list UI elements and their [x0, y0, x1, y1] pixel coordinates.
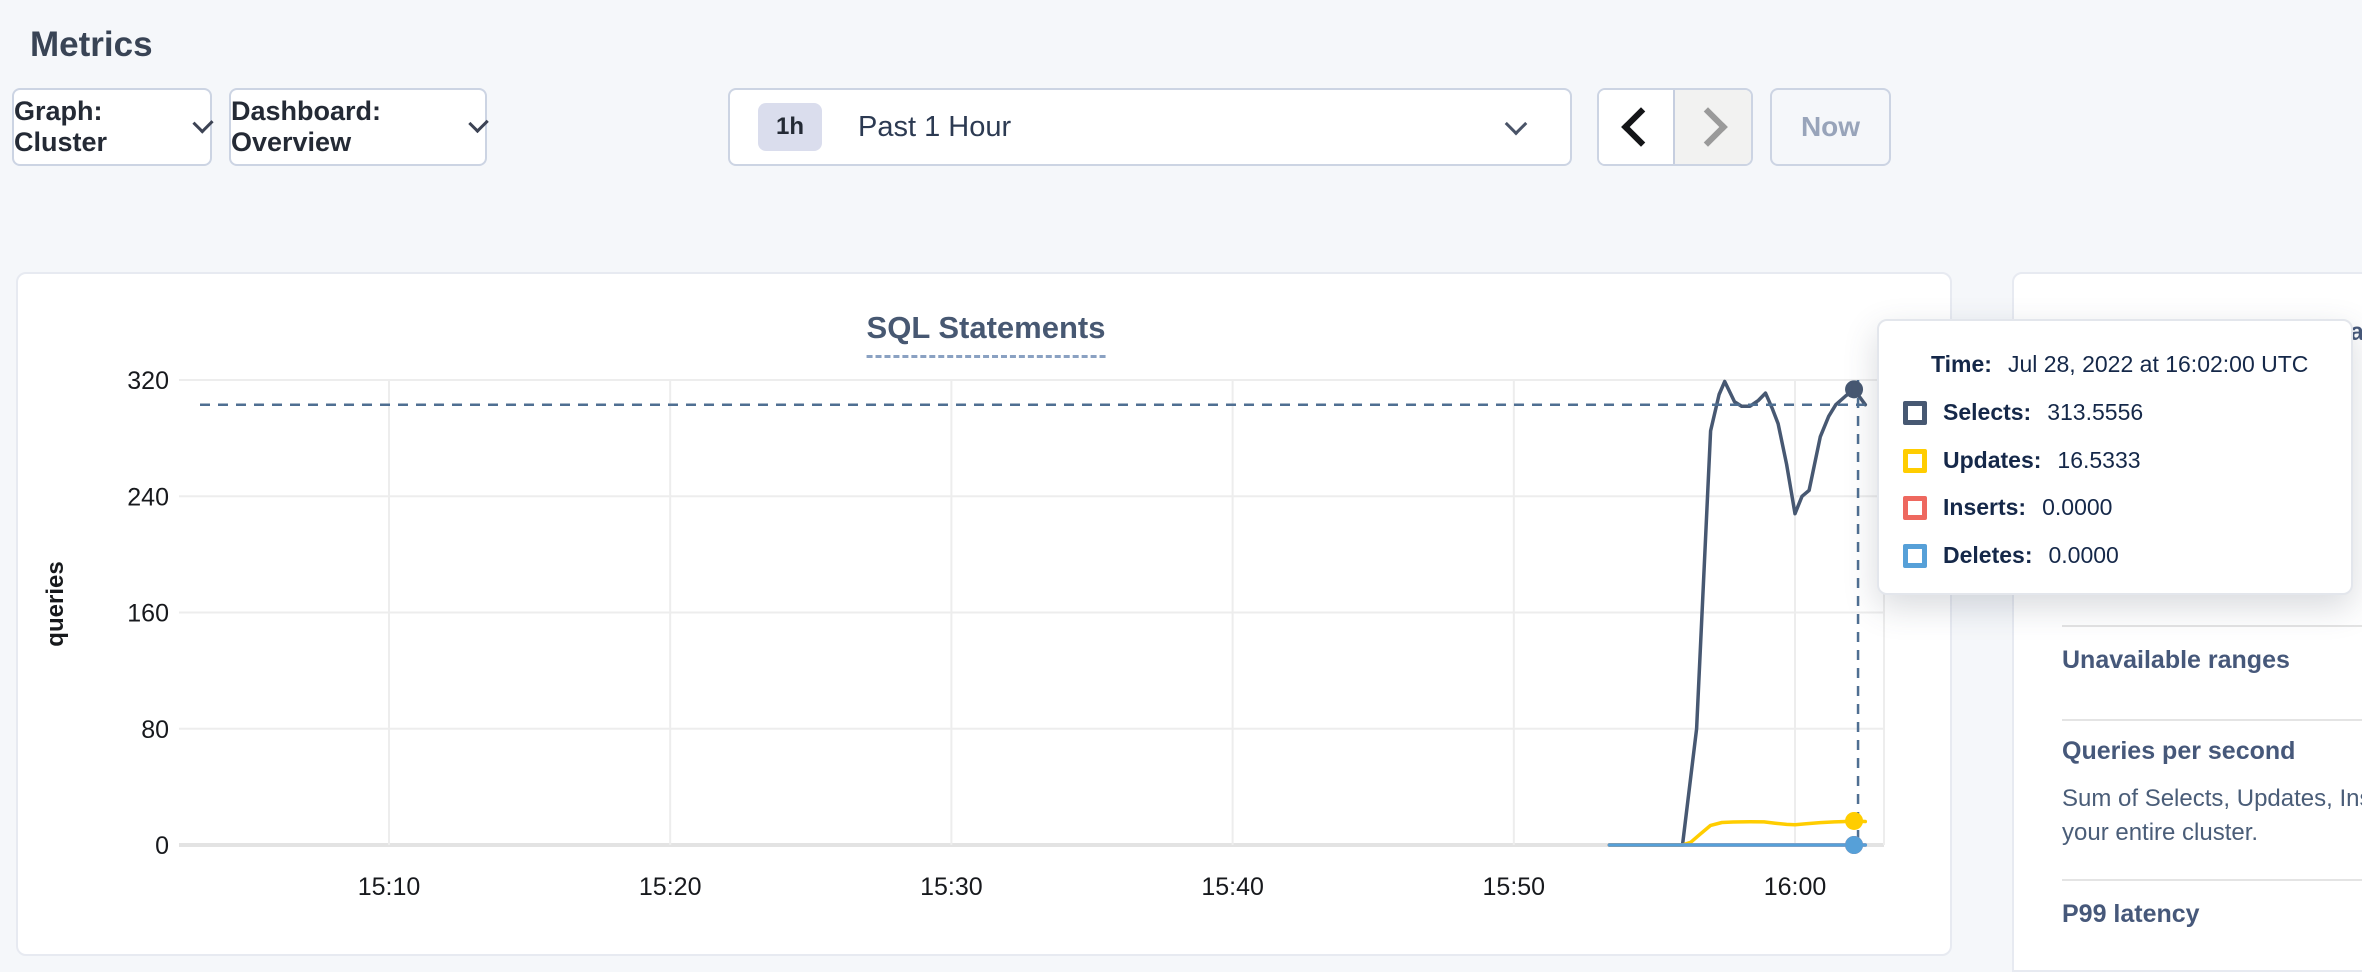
y-axis-tick-label: 0 — [155, 832, 169, 860]
chevron-down-icon — [1505, 113, 1528, 136]
sidebar-divider — [2062, 879, 2362, 881]
sidebar-item-heading: P99 latency — [2062, 900, 2362, 929]
sidebar-divider — [2062, 719, 2362, 721]
sidebar-item-heading: Unavailable ranges — [2062, 646, 2362, 675]
tooltip-series-value: 0.0000 — [2048, 542, 2118, 569]
sql-statements-chart-card: SQL Statements 08016024032015:1015:2015:… — [16, 272, 1952, 956]
time-range-badge: 1h — [758, 103, 822, 151]
hover-dot-deletes — [1845, 836, 1863, 854]
selects-legend-swatch-icon — [1903, 401, 1927, 425]
sidebar-divider — [2062, 625, 2362, 627]
tooltip-series-value: 0.0000 — [2042, 494, 2112, 521]
tooltip-series-label: Inserts: — [1943, 494, 2026, 521]
y-axis-tick-label: 320 — [127, 367, 169, 395]
tooltip-time-value: Jul 28, 2022 at 16:02:00 UTC — [2008, 351, 2308, 378]
tooltip-series-value: 313.5556 — [2047, 399, 2143, 426]
x-axis-tick-label: 15:40 — [1201, 873, 1264, 901]
previous-interval-button[interactable] — [1599, 90, 1675, 164]
deletes-legend-swatch-icon — [1903, 544, 1927, 568]
updates-legend-swatch-icon — [1903, 449, 1927, 473]
y-axis-tick-label: 160 — [127, 600, 169, 628]
sql-statements-plot[interactable]: 0 80 160 240 320 15:10 15:20 15:30 15:40 15:50 16:… — [18, 274, 1950, 954]
y-axis-label: queries — [42, 561, 69, 646]
tooltip-series-row: Deletes: 0.0000 — [1903, 542, 2119, 569]
chevron-left-icon — [1621, 107, 1661, 147]
tooltip-series-label: Updates: — [1943, 447, 2041, 474]
next-interval-button[interactable] — [1675, 90, 1751, 164]
chart-hover-tooltip: Time: Jul 28, 2022 at 16:02:00 UTC Selec… — [1877, 319, 2353, 595]
x-axis-tick-label: 15:20 — [639, 873, 702, 901]
x-axis-tick-label: 15:30 — [920, 873, 983, 901]
x-axis-tick-label: 15:10 — [358, 873, 421, 901]
chevron-right-icon — [1688, 107, 1728, 147]
sidebar-item-heading: Queries per second — [2062, 737, 2362, 766]
tooltip-series-label: Selects: — [1943, 399, 2031, 426]
dashboard-dropdown[interactable]: Dashboard: Overview — [229, 88, 487, 166]
chevron-down-icon — [192, 112, 213, 133]
x-axis-tick-label: 15:50 — [1483, 873, 1546, 901]
inserts-legend-swatch-icon — [1903, 496, 1927, 520]
chevron-down-icon — [468, 113, 489, 134]
dashboard-dropdown-label: Dashboard: Overview — [231, 96, 450, 158]
page-title: Metrics — [30, 25, 153, 65]
graph-dropdown-label: Graph: Cluster — [14, 96, 174, 158]
series-line-updates — [1609, 821, 1865, 845]
graph-dropdown[interactable]: Graph: Cluster — [12, 88, 212, 166]
tooltip-series-label: Deletes: — [1943, 542, 2032, 569]
time-step-control — [1597, 88, 1753, 166]
time-range-label: Past 1 Hour — [858, 111, 1011, 144]
y-axis-tick-label: 80 — [141, 716, 169, 744]
hover-dot-selects — [1845, 380, 1863, 398]
tooltip-series-row: Selects: 313.5556 — [1903, 399, 2143, 426]
tooltip-series-row: Inserts: 0.0000 — [1903, 494, 2112, 521]
y-axis-tick-label: 240 — [127, 483, 169, 511]
tooltip-time-row: Time: Jul 28, 2022 at 16:02:00 UTC — [1931, 351, 2308, 378]
sidebar-item-description: Sum of Selects, Updates, Inseryour entir… — [2062, 782, 2362, 850]
x-axis-tick-label: 16:00 — [1764, 873, 1827, 901]
time-range-selector[interactable]: 1h Past 1 Hour — [728, 88, 1572, 166]
now-button[interactable]: Now — [1770, 88, 1891, 166]
tooltip-series-value: 16.5333 — [2057, 447, 2140, 474]
tooltip-series-row: Updates: 16.5333 — [1903, 447, 2141, 474]
hover-dot-updates — [1845, 812, 1863, 830]
tooltip-time-label: Time: — [1931, 351, 1992, 378]
